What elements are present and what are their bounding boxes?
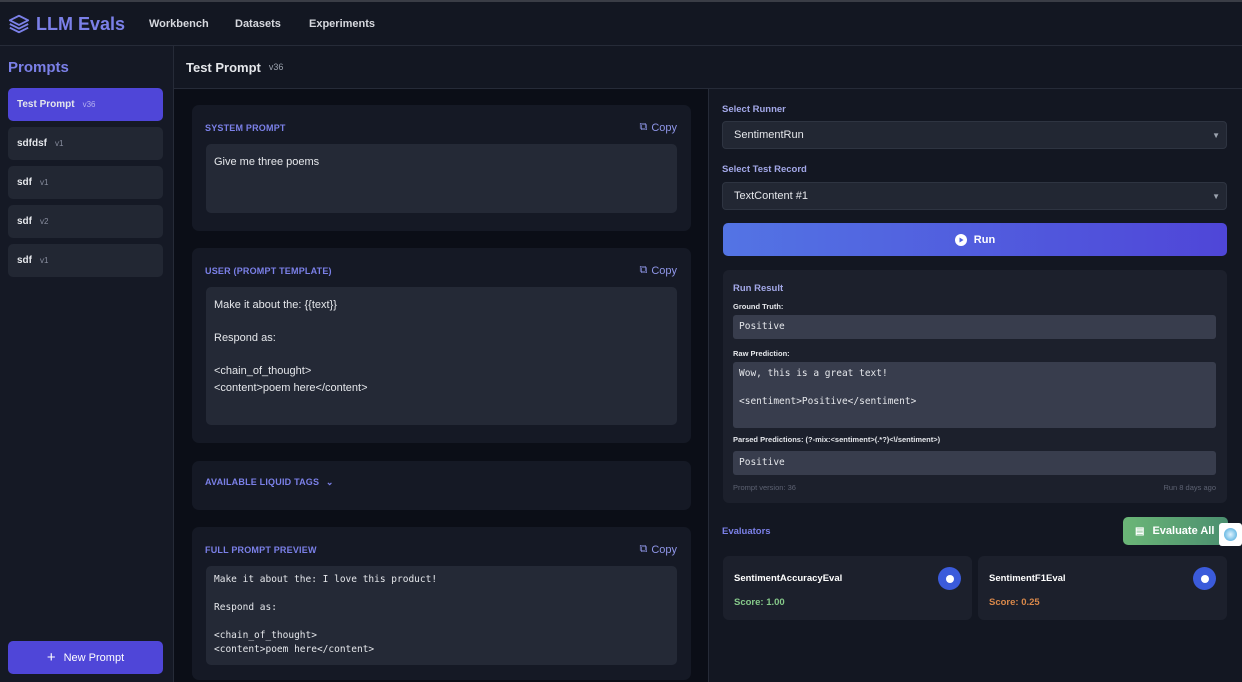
- run-evaluator-button[interactable]: [938, 567, 961, 590]
- chevron-down-icon: ⌄: [326, 477, 334, 487]
- run-button[interactable]: Run: [723, 223, 1227, 256]
- evaluate-all-button[interactable]: ▤ Evaluate All: [1123, 517, 1228, 545]
- new-prompt-label: New Prompt: [64, 652, 125, 664]
- runner-value: SentimentRun: [734, 129, 804, 141]
- prompt-item[interactable]: sdfdsf v1: [8, 127, 163, 160]
- run-evaluator-button[interactable]: [1193, 567, 1216, 590]
- sidebar: Prompts Test Prompt v36 sdfdsf v1 sdf v1 sd…: [0, 46, 174, 682]
- prompt-version: v1: [55, 139, 63, 148]
- evaluators-title: Evaluators: [722, 526, 771, 537]
- prompt-version: v2: [40, 217, 48, 226]
- record-value: TextContent #1: [734, 190, 808, 202]
- page-title: Test Prompt: [186, 60, 261, 75]
- record-label: Select Test Record: [722, 164, 807, 175]
- runner-select[interactable]: SentimentRun ▼: [722, 121, 1227, 149]
- system-prompt-text[interactable]: Give me three poems: [206, 144, 677, 213]
- plus-icon: +: [47, 649, 56, 666]
- card-label: FULL PROMPT PREVIEW: [205, 545, 317, 555]
- evaluator-name: SentimentF1Eval: [989, 573, 1066, 584]
- run-result-title: Run Result: [733, 283, 783, 294]
- user-prompt-text[interactable]: Make it about the: {{text}} Respond as: …: [206, 287, 677, 425]
- record-select[interactable]: TextContent #1 ▼: [722, 182, 1227, 210]
- app-title: LLM Evals: [36, 14, 125, 35]
- layers-icon: [8, 13, 30, 35]
- prompt-name: sdfdsf: [17, 138, 47, 149]
- play-icon: [1201, 575, 1209, 583]
- page-version: v36: [269, 62, 284, 72]
- copy-label: Copy: [651, 544, 677, 556]
- ground-truth-value: Positive: [733, 315, 1216, 339]
- clipboard-icon: ⧉: [639, 543, 647, 556]
- prompt-version: v36: [83, 100, 96, 109]
- run-result-card: Run Result Ground Truth: Positive Raw Pr…: [723, 270, 1227, 503]
- clipboard-icon: ⧉: [639, 264, 647, 277]
- parsed-predictions-value: Positive: [733, 451, 1216, 475]
- copy-button[interactable]: ⧉ Copy: [639, 543, 677, 556]
- top-bar: LLM Evals Workbench Datasets Experiments: [0, 0, 1242, 46]
- card-label: SYSTEM PROMPT: [205, 123, 286, 133]
- clipboard-icon: ⧉: [639, 121, 647, 134]
- copy-button[interactable]: ⧉ Copy: [639, 264, 677, 277]
- system-prompt-card: SYSTEM PROMPT ⧉ Copy Give me three poems: [192, 105, 691, 231]
- evaluator-name: SentimentAccuracyEval: [734, 573, 842, 584]
- nav-datasets[interactable]: Datasets: [235, 18, 281, 30]
- prompt-version: v1: [40, 178, 48, 187]
- prompt-name: Test Prompt: [17, 99, 75, 110]
- liquid-tags-toggle[interactable]: AVAILABLE LIQUID TAGS ⌄: [205, 477, 334, 488]
- prompt-item[interactable]: Test Prompt v36: [8, 88, 163, 121]
- nav-experiments[interactable]: Experiments: [309, 18, 375, 30]
- full-preview-card: FULL PROMPT PREVIEW ⧉ Copy Make it about …: [192, 527, 691, 680]
- prompt-header: Test Prompt v36: [174, 46, 1242, 89]
- chevron-down-icon: ▼: [1212, 131, 1220, 140]
- parsed-predictions-label: Parsed Predictions: (?-mix:<sentiment>(.…: [733, 435, 940, 444]
- nav-workbench[interactable]: Workbench: [149, 18, 209, 30]
- chevron-down-icon: ▼: [1212, 192, 1220, 201]
- prompt-version: v1: [40, 256, 48, 265]
- prompt-version-text: Prompt version: 36: [733, 483, 796, 492]
- runner-label: Select Runner: [722, 104, 786, 115]
- card-label: USER (PROMPT TEMPLATE): [205, 266, 332, 276]
- full-preview-text: Make it about the: I love this product! …: [206, 566, 677, 665]
- copy-button[interactable]: ⧉ Copy: [639, 121, 677, 134]
- prompt-item[interactable]: sdf v1: [8, 244, 163, 277]
- card-label: AVAILABLE LIQUID TAGS: [205, 477, 319, 487]
- liquid-tags-card[interactable]: AVAILABLE LIQUID TAGS ⌄: [192, 461, 691, 510]
- evaluator-card: SentimentAccuracyEval Score: 1.00: [723, 556, 972, 620]
- evaluator-card: SentimentF1Eval Score: 0.25: [978, 556, 1227, 620]
- user-prompt-card: USER (PROMPT TEMPLATE) ⧉ Copy Make it abo…: [192, 248, 691, 443]
- prompt-name: sdf: [17, 216, 32, 227]
- play-icon: [946, 575, 954, 583]
- copy-label: Copy: [651, 122, 677, 134]
- assistant-widget-icon[interactable]: [1219, 523, 1242, 546]
- sidebar-title: Prompts: [8, 59, 69, 76]
- play-circle-icon: [955, 234, 967, 246]
- logo[interactable]: LLM Evals: [8, 13, 125, 35]
- evaluator-score: Score: 0.25: [989, 597, 1040, 608]
- prompt-name: sdf: [17, 177, 32, 188]
- prompt-item[interactable]: sdf v2: [8, 205, 163, 238]
- report-icon: ▤: [1135, 526, 1144, 537]
- prompt-name: sdf: [17, 255, 32, 266]
- run-label: Run: [974, 234, 995, 246]
- new-prompt-button[interactable]: + New Prompt: [8, 641, 163, 674]
- prompt-item[interactable]: sdf v1: [8, 166, 163, 199]
- ground-truth-label: Ground Truth:: [733, 302, 783, 311]
- run-time-text: Run 8 days ago: [1163, 483, 1216, 492]
- raw-prediction-value: Wow, this is a great text! <sentiment>Po…: [733, 362, 1216, 428]
- raw-prediction-label: Raw Prediction:: [733, 349, 790, 358]
- copy-label: Copy: [651, 265, 677, 277]
- evaluator-score: Score: 1.00: [734, 597, 785, 608]
- evaluate-all-label: Evaluate All: [1152, 525, 1214, 537]
